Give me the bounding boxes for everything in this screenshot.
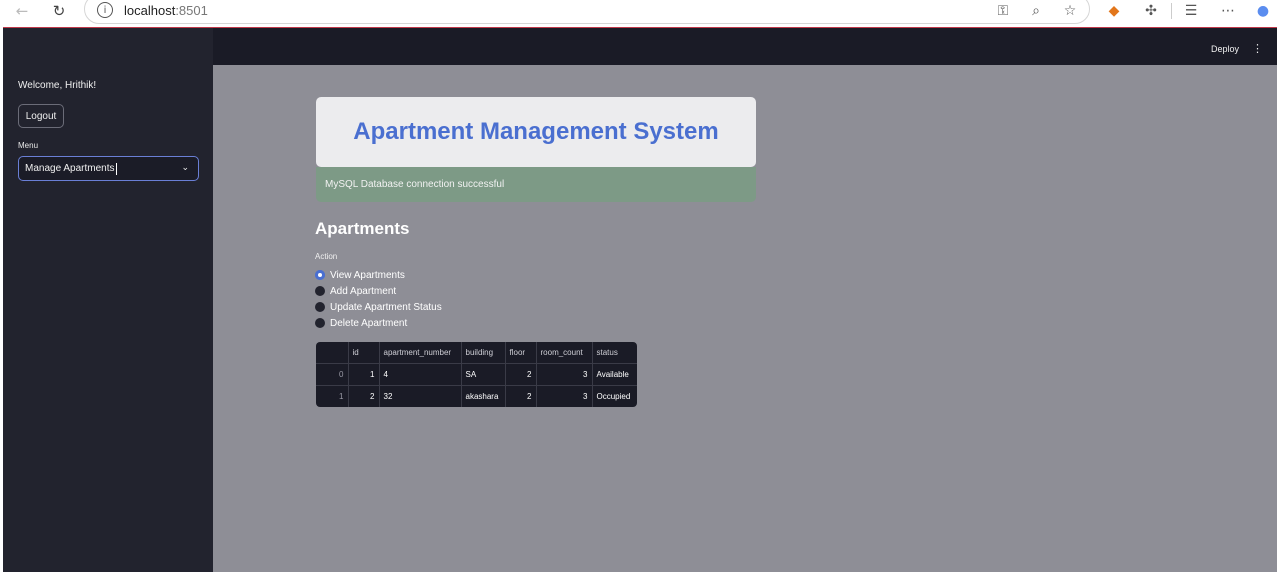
radio-label: Add Apartment bbox=[330, 285, 397, 297]
title-card: Apartment Management System bbox=[316, 97, 756, 167]
reload-icon[interactable]: ↻ bbox=[49, 2, 69, 20]
column-header-building[interactable]: building bbox=[461, 342, 506, 364]
radio-selected-icon[interactable] bbox=[315, 270, 325, 280]
status-cell[interactable]: Available bbox=[592, 363, 637, 386]
key-icon[interactable]: ⚿ bbox=[993, 2, 1013, 20]
radio-update-status[interactable]: Update Apartment Status bbox=[315, 300, 442, 314]
radio-label: Update Apartment Status bbox=[330, 301, 442, 313]
copilot-icon[interactable]: ● bbox=[1253, 2, 1273, 20]
column-header-status[interactable]: status bbox=[592, 342, 637, 364]
logout-button[interactable]: Logout bbox=[18, 104, 64, 128]
more-menu-icon[interactable]: ⋯ bbox=[1218, 2, 1238, 20]
metamask-icon[interactable]: ◆ bbox=[1104, 2, 1124, 20]
deploy-button[interactable]: Deploy bbox=[1211, 44, 1239, 54]
id-cell[interactable]: 2 bbox=[348, 385, 380, 407]
room-count-cell[interactable]: 3 bbox=[536, 385, 593, 407]
action-label: Action bbox=[315, 252, 338, 261]
db-status-alert: MySQL Database connection successful bbox=[316, 167, 756, 202]
id-cell[interactable]: 1 bbox=[348, 363, 380, 386]
radio-unselected-icon[interactable] bbox=[315, 318, 325, 328]
favorite-star-icon[interactable]: ☆ bbox=[1060, 2, 1080, 20]
table-row[interactable]: 0 1 4 SA 2 3 Available bbox=[316, 363, 637, 386]
table-header-row: id apartment_number building floor room_… bbox=[316, 342, 637, 364]
table-row[interactable]: 1 2 32 akashara 2 3 Occupied bbox=[316, 385, 637, 407]
favorites-list-icon[interactable]: ☰ bbox=[1181, 2, 1201, 20]
apartments-table: id apartment_number building floor room_… bbox=[316, 342, 637, 407]
apartments-dataframe[interactable]: id apartment_number building floor room_… bbox=[316, 342, 637, 407]
radio-label: View Apartments bbox=[330, 269, 405, 281]
column-header-room-count[interactable]: room_count bbox=[536, 342, 593, 364]
status-cell[interactable]: Occupied bbox=[592, 385, 637, 407]
room-count-cell[interactable]: 3 bbox=[536, 363, 593, 386]
url-text[interactable]: localhost:8501 bbox=[124, 3, 208, 18]
toolbar-divider bbox=[1171, 3, 1172, 19]
sidebar: Welcome, Hrithik! Logout Menu Manage Apa… bbox=[3, 28, 213, 572]
welcome-text: Welcome, Hrithik! bbox=[18, 80, 97, 91]
browser-toolbar: ← ↻ i localhost:8501 ⚿ ⌕ ☆ ◆ ✣ ☰ ⋯ ● bbox=[0, 0, 1280, 24]
apartment-number-cell[interactable]: 4 bbox=[379, 363, 462, 386]
column-header-floor[interactable]: floor bbox=[505, 342, 537, 364]
main-menu-icon[interactable]: ⋮ bbox=[1252, 42, 1263, 55]
chevron-down-icon[interactable]: ⌄ bbox=[181, 163, 189, 173]
radio-unselected-icon[interactable] bbox=[315, 286, 325, 296]
row-index-cell[interactable]: 0 bbox=[316, 363, 349, 386]
address-bar[interactable] bbox=[84, 0, 1090, 24]
radio-label: Delete Apartment bbox=[330, 317, 408, 329]
column-header-id[interactable]: id bbox=[348, 342, 380, 364]
menu-select[interactable]: Manage Apartments ⌄ bbox=[18, 156, 199, 181]
radio-add-apartment[interactable]: Add Apartment bbox=[315, 284, 396, 298]
floor-cell[interactable]: 2 bbox=[505, 363, 537, 386]
radio-view-apartments[interactable]: View Apartments bbox=[315, 268, 405, 282]
extensions-icon[interactable]: ✣ bbox=[1141, 2, 1161, 20]
radio-delete-apartment[interactable]: Delete Apartment bbox=[315, 316, 407, 330]
building-cell[interactable]: akashara bbox=[461, 385, 506, 407]
page-title: Apartment Management System bbox=[353, 118, 719, 145]
site-info-icon[interactable]: i bbox=[97, 2, 113, 18]
back-arrow-icon[interactable]: ← bbox=[12, 2, 32, 20]
apartment-number-cell[interactable]: 32 bbox=[379, 385, 462, 407]
floor-cell[interactable]: 2 bbox=[505, 385, 537, 407]
zoom-icon[interactable]: ⌕ bbox=[1026, 2, 1046, 20]
streamlit-app: Welcome, Hrithik! Logout Menu Manage Apa… bbox=[3, 27, 1277, 572]
section-heading: Apartments bbox=[315, 219, 410, 238]
column-header-index[interactable] bbox=[316, 342, 349, 364]
menu-selected-value: Manage Apartments bbox=[25, 163, 115, 174]
app-header bbox=[213, 28, 1277, 65]
radio-unselected-icon[interactable] bbox=[315, 302, 325, 312]
text-cursor bbox=[115, 162, 117, 175]
row-index-cell[interactable]: 1 bbox=[316, 385, 349, 407]
column-header-apartment-number[interactable]: apartment_number bbox=[379, 342, 462, 364]
building-cell[interactable]: SA bbox=[461, 363, 506, 386]
menu-label: Menu bbox=[18, 141, 39, 150]
